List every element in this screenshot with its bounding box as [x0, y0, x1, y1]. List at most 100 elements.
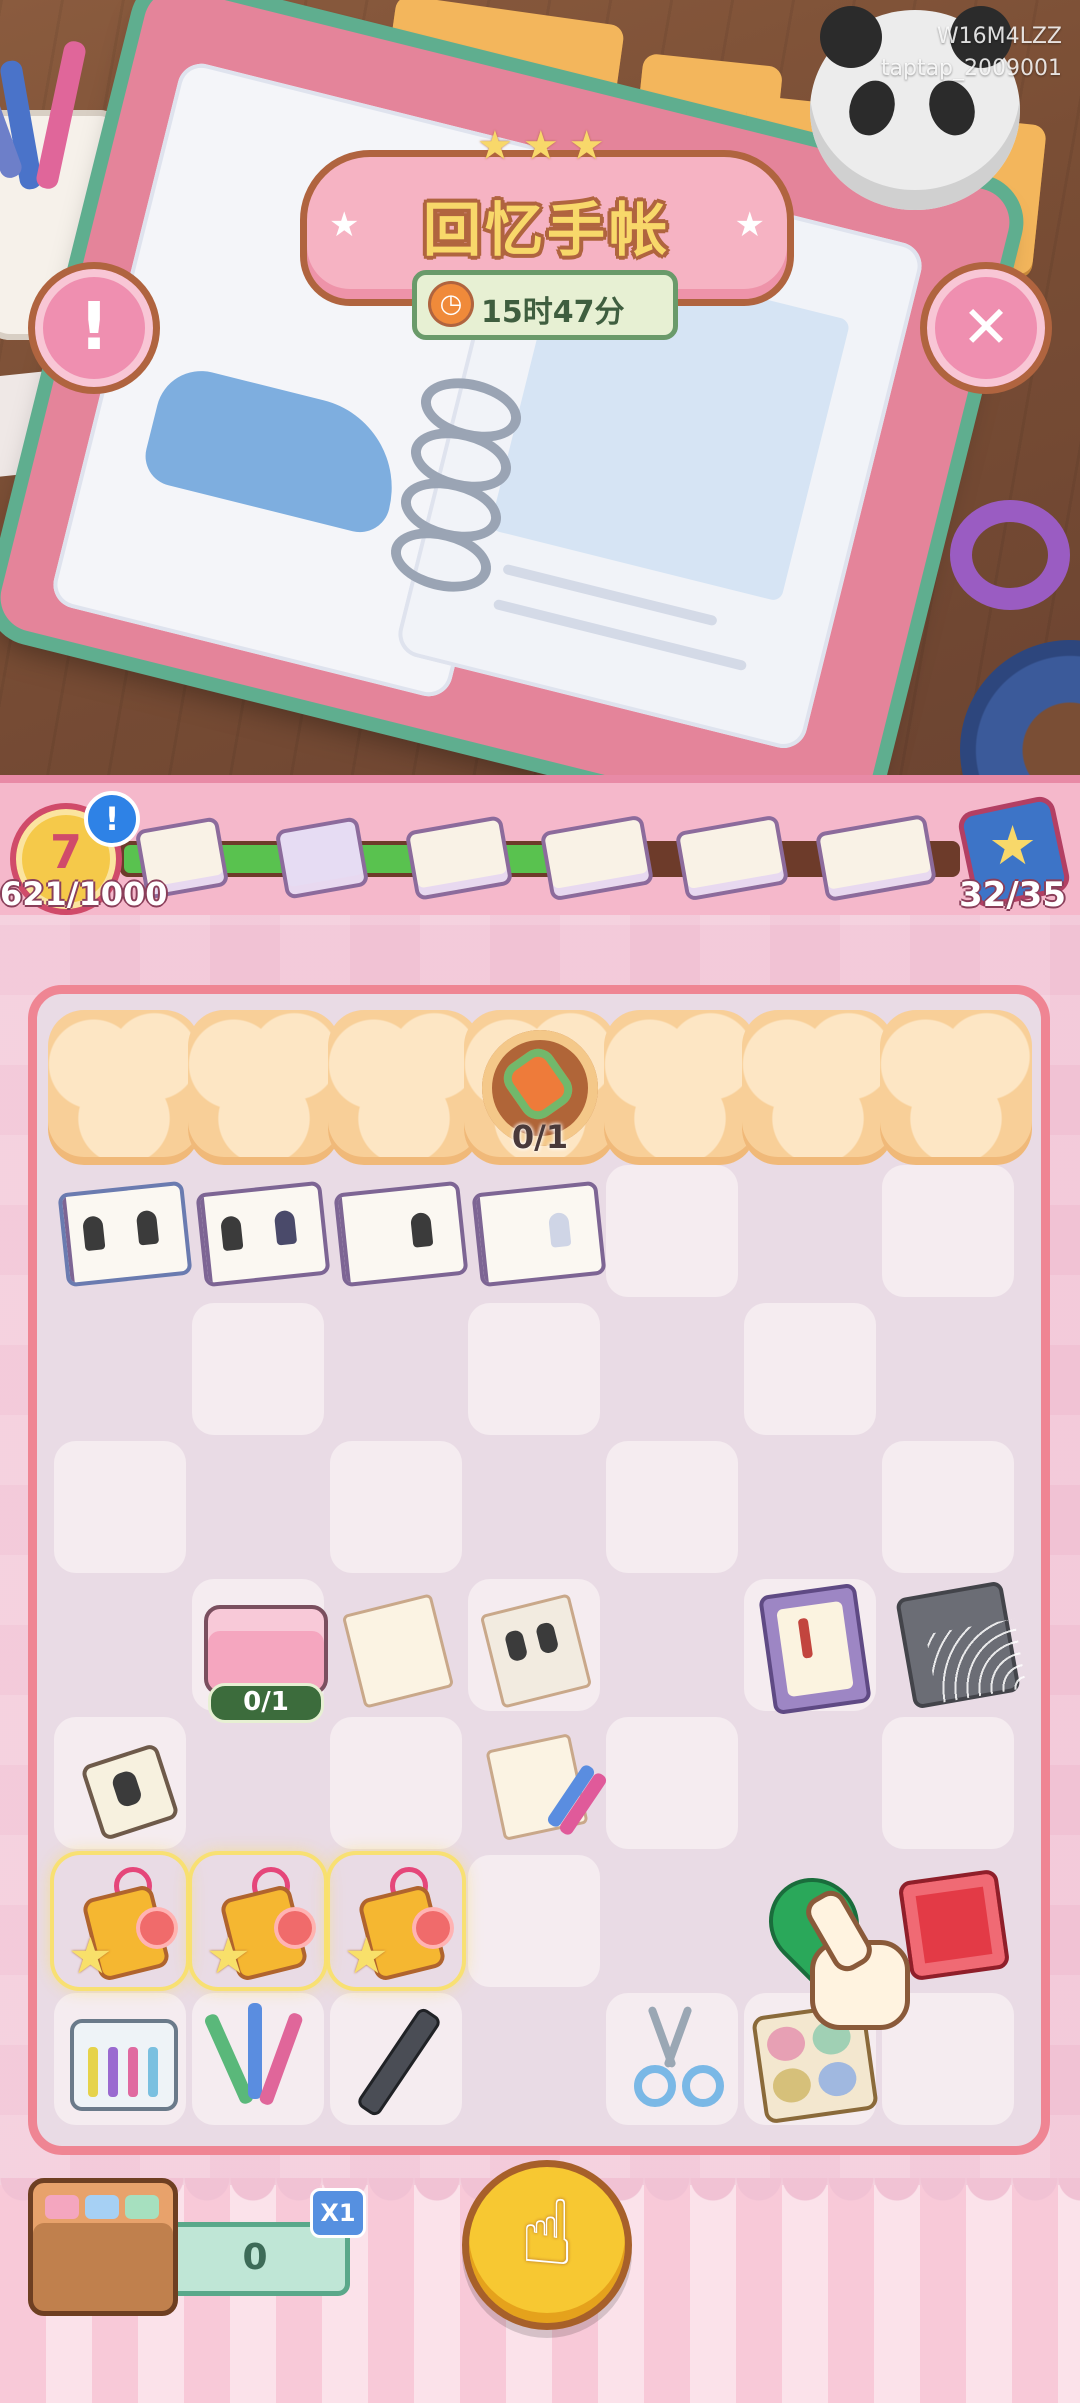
fog-tile — [188, 1010, 340, 1165]
board-cell[interactable] — [54, 1441, 186, 1573]
milestone-reward[interactable] — [674, 814, 790, 902]
marker — [108, 2047, 118, 2097]
eraser-item[interactable] — [54, 1717, 186, 1849]
photo-set-item[interactable] — [468, 1579, 600, 1711]
journal-scene: W16M4LZZ taptap_2009001 — [0, 0, 1080, 775]
panda-eye — [921, 74, 983, 142]
xp-counter: 621/1000 — [0, 875, 168, 913]
scissors-icon — [630, 2005, 730, 2115]
panda-ear — [820, 6, 882, 68]
popsicle-icon — [496, 1041, 580, 1127]
fog-tile — [604, 1010, 756, 1165]
certificate-book-item[interactable] — [744, 1579, 876, 1716]
figure — [82, 1215, 106, 1252]
washi-tape-roll — [960, 640, 1080, 775]
alert-icon[interactable]: ! — [84, 791, 140, 847]
flower-icon — [140, 1911, 174, 1945]
diary-icon — [333, 1180, 469, 1288]
diary-item[interactable] — [330, 1165, 469, 1297]
sketchbook-icon — [471, 1180, 607, 1288]
milestone-reward[interactable] — [814, 813, 938, 903]
figure — [534, 1621, 560, 1655]
milestone-reward[interactable] — [274, 816, 370, 900]
handle-loop — [682, 2065, 724, 2107]
star-icon: ★ — [988, 814, 1037, 878]
board-cell[interactable] — [606, 1165, 738, 1297]
pens-item[interactable] — [192, 1993, 324, 2125]
keychain-item[interactable]: ★ — [54, 1855, 186, 1987]
fog-tile — [328, 1010, 480, 1165]
figure — [220, 1215, 244, 1252]
marker-case-item[interactable] — [54, 1993, 186, 2125]
flower-icon — [278, 1911, 312, 1945]
board-cell[interactable] — [882, 1441, 1014, 1573]
keychain-icon: ★ — [206, 1867, 312, 1985]
board-cell[interactable] — [468, 1855, 600, 1987]
keychain-icon: ★ — [344, 1867, 450, 1985]
board-cell[interactable] — [330, 1441, 462, 1573]
board-cell[interactable] — [882, 1717, 1014, 1849]
board-cell[interactable] — [468, 1303, 600, 1435]
scissors-handle — [950, 500, 1070, 610]
counter-value: 0 — [242, 2237, 268, 2278]
storage-box-button[interactable] — [28, 2178, 178, 2316]
watermark-id: W16M4LZZ — [936, 24, 1062, 49]
milestone-reward[interactable] — [539, 814, 655, 902]
sketchbook-item[interactable] — [468, 1165, 607, 1297]
fog-tile — [880, 1010, 1032, 1165]
dusty-book-item[interactable] — [882, 1579, 1027, 1711]
board-cell[interactable] — [606, 1717, 738, 1849]
album-icon — [57, 1180, 193, 1288]
keychain-item[interactable]: ★ — [330, 1855, 462, 1987]
board-cell[interactable] — [192, 1303, 324, 1435]
milestone-reward[interactable] — [404, 815, 514, 901]
tape-roll — [770, 2065, 814, 2105]
paper-icon — [341, 1593, 455, 1709]
page-title: 回忆手帐 — [422, 196, 671, 264]
event-timer: ◷ 15时47分 — [412, 270, 678, 340]
album-icon — [195, 1180, 331, 1288]
multiplier-badge[interactable]: X1 — [310, 2188, 366, 2238]
keychain-item[interactable]: ★ — [192, 1855, 324, 1987]
pen-icon — [258, 2011, 304, 2107]
figure — [503, 1628, 529, 1663]
photo-set-icon — [479, 1593, 593, 1709]
cobweb-icon — [925, 1618, 1027, 1704]
board-cell[interactable] — [606, 1441, 738, 1573]
keychain-icon: ★ — [68, 1867, 174, 1985]
letter-item[interactable] — [468, 1717, 609, 1849]
photo-album-item[interactable] — [54, 1165, 193, 1297]
tap-generate-button[interactable]: ☝ — [462, 2160, 632, 2330]
panda-eye — [841, 74, 903, 142]
close-button[interactable]: ✕ — [920, 262, 1052, 394]
chest-progress: 0/1 — [208, 1683, 324, 1723]
clock-icon: ◷ — [431, 284, 471, 324]
note-paper-item[interactable] — [330, 1579, 462, 1711]
photo-album-item[interactable] — [192, 1165, 331, 1297]
star-icon: ★ — [68, 1927, 113, 1985]
figure — [135, 1209, 160, 1246]
certificate-page — [776, 1600, 854, 1698]
figure — [273, 1209, 298, 1246]
storage-item — [125, 2195, 159, 2219]
info-button[interactable]: ! — [28, 262, 160, 394]
locked-item-count: 0/1 — [511, 1118, 569, 1156]
pencil-case-icon — [70, 2019, 178, 2111]
marker — [128, 2047, 138, 2097]
cobweb-book-icon — [895, 1580, 1027, 1710]
tape-roll — [764, 2024, 808, 2064]
figure — [409, 1211, 434, 1248]
black-pen-item[interactable] — [330, 1993, 462, 2125]
blade — [663, 2005, 693, 2069]
watermark-user: taptap_2009001 — [880, 56, 1062, 81]
pen — [34, 39, 88, 191]
fog-tile — [742, 1010, 894, 1165]
board-cell[interactable] — [330, 1717, 462, 1849]
scissors-item[interactable] — [606, 1993, 738, 2125]
board-cell[interactable] — [882, 1165, 1014, 1297]
storage-item — [85, 2195, 119, 2219]
certificate-icon — [758, 1582, 872, 1716]
handle-loop — [634, 2065, 676, 2107]
pen-icon — [248, 2003, 262, 2099]
board-cell[interactable] — [744, 1303, 876, 1435]
